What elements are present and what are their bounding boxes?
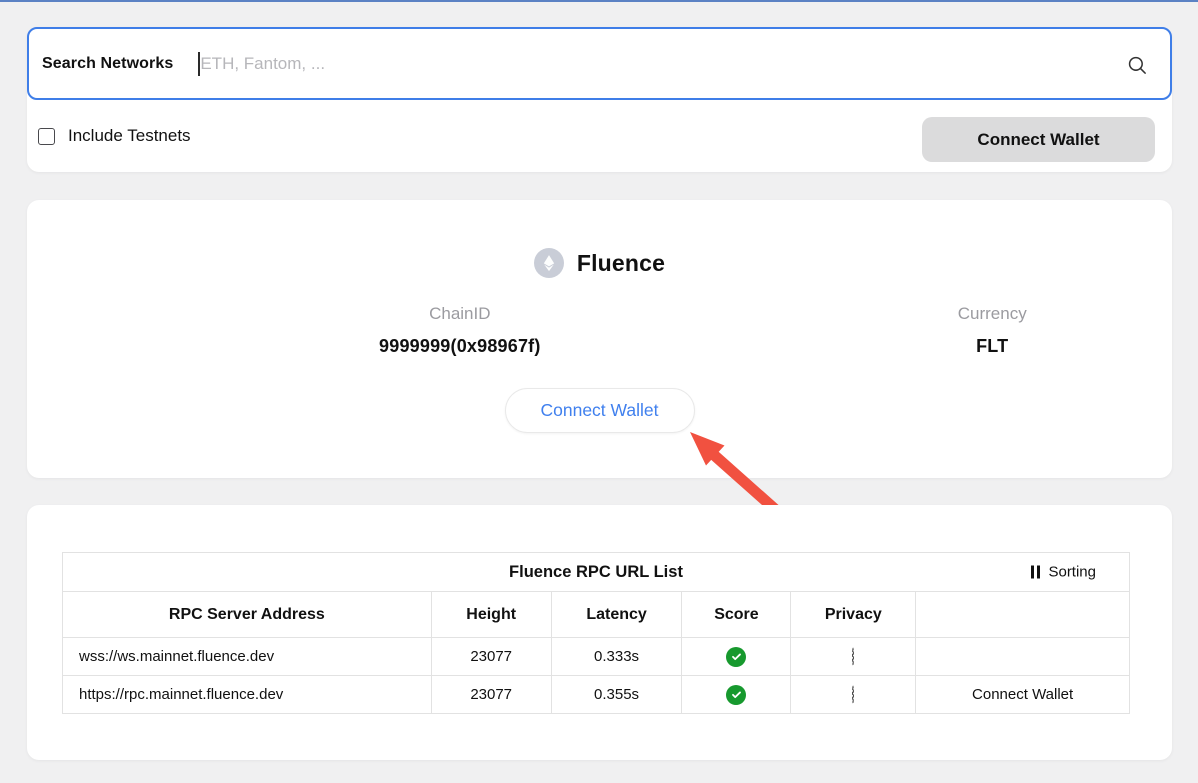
green-check-icon [726,647,746,667]
column-header-score: Score [682,592,791,638]
rpc-action [916,638,1130,676]
green-check-icon [726,685,746,705]
currency-label: Currency [958,304,1027,324]
column-header-action [916,592,1130,638]
connect-wallet-button[interactable]: Connect Wallet [922,117,1155,162]
currency-value: FLT [958,336,1027,357]
include-testnets-checkbox[interactable] [38,128,55,145]
rpc-header-row: RPC Server Address Height Latency Score … [63,592,1130,638]
chain-id-value: 9999999(0x98967f) [379,336,541,357]
include-testnets-label: Include Testnets [68,126,191,146]
search-icon[interactable] [1127,55,1148,76]
rpc-address: https://rpc.mainnet.fluence.dev [63,676,432,714]
rpc-latency: 0.355s [551,676,682,714]
rpc-privacy [791,676,916,714]
chain-id-block: ChainID 9999999(0x98967f) [379,304,541,357]
network-name: Fluence [577,250,665,277]
rpc-latency: 0.333s [551,638,682,676]
currency-block: Currency FLT [958,304,1027,357]
rpc-height: 23077 [431,638,551,676]
search-box[interactable]: Search Networks [27,27,1172,100]
rpc-table-title-row: Fluence RPC URL List Sorting [63,553,1130,592]
column-header-address: RPC Server Address [63,592,432,638]
sorting-label: Sorting [1048,564,1096,581]
sorting-toggle[interactable]: Sorting [1031,564,1096,581]
dashed-circle-icon [852,647,854,666]
dashed-circle-icon [852,685,854,704]
toolbar-row: Include Testnets Connect Wallet [27,100,1172,172]
rpc-connect-wallet[interactable]: Connect Wallet [916,676,1130,714]
ethereum-diamond-icon [534,248,564,278]
column-header-height: Height [431,592,551,638]
rpc-table-title: Fluence RPC URL List [509,563,683,581]
rpc-score [682,676,791,714]
table-row: https://rpc.mainnet.fluence.dev 23077 0.… [63,676,1130,714]
rpc-table: Fluence RPC URL List Sorting RPC Server … [62,552,1130,714]
network-header: Fluence [27,248,1172,278]
rpc-list-card: Fluence RPC URL List Sorting RPC Server … [27,505,1172,760]
rpc-score [682,638,791,676]
pause-icon [1031,566,1041,579]
rpc-height: 23077 [431,676,551,714]
column-header-latency: Latency [551,592,682,638]
rpc-address: wss://ws.mainnet.fluence.dev [63,638,432,676]
chain-id-label: ChainID [379,304,541,324]
column-header-privacy: Privacy [791,592,916,638]
network-card: Fluence ChainID 9999999(0x98967f) Curren… [27,200,1172,478]
search-card: Search Networks Include Testnets Connect… [27,27,1172,172]
search-label: Search Networks [42,55,173,73]
rpc-privacy [791,638,916,676]
network-connect-wallet-button[interactable]: Connect Wallet [505,388,695,433]
table-row: wss://ws.mainnet.fluence.dev 23077 0.333… [63,638,1130,676]
search-input[interactable] [200,54,1170,74]
window-top-edge [0,0,1198,2]
